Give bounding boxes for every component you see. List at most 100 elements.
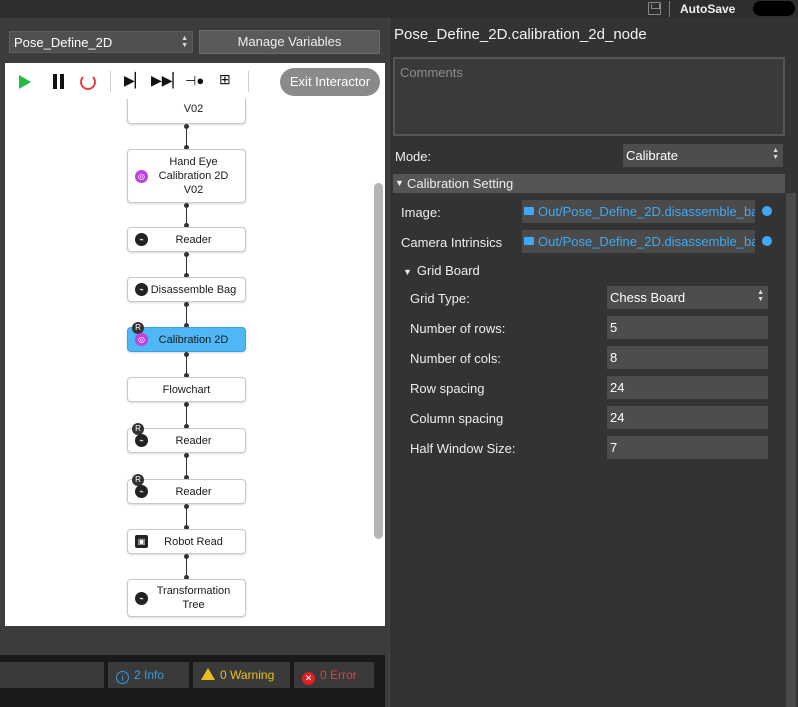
save-icon[interactable] [648, 2, 661, 15]
grid-type-label: Grid Type: [410, 291, 470, 306]
pause-icon[interactable] [52, 73, 70, 91]
fast-forward-icon[interactable]: ▶▶▏ [151, 72, 183, 90]
error-icon: ✕ [302, 672, 315, 685]
reader-icon: ⌁ [135, 592, 148, 605]
flow-toolbar: ▶▏ ▶▶▏ ⊣● ⊞ Exit Interactor [5, 63, 385, 99]
mode-value: Calibrate [626, 148, 679, 163]
connector [184, 554, 189, 580]
grid-board-header[interactable]: ▼ Grid Board [403, 263, 480, 278]
flow-node[interactable]: ⌁ Disassemble Bag [127, 277, 246, 302]
breakpoint-icon[interactable]: ⊣● [185, 73, 204, 91]
intrinsics-label: Camera Intrinsics [401, 235, 503, 250]
camera-icon [524, 237, 534, 245]
connector [184, 203, 189, 228]
intrinsics-input[interactable]: Out/Pose_Define_2D.disassemble_bag [522, 230, 755, 253]
connector [184, 352, 189, 378]
image-input[interactable]: Out/Pose_Define_2D.disassemble_bag [522, 200, 755, 223]
connector [184, 402, 189, 429]
exit-interactor-button[interactable]: Exit Interactor [280, 68, 380, 96]
rows-input[interactable]: 5 [607, 316, 768, 339]
connector [184, 252, 189, 278]
step-icon[interactable]: ▶▏ [124, 72, 146, 90]
flow-select-value: Pose_Define_2D [14, 35, 113, 50]
node-label: Robot Read [164, 535, 223, 548]
grid-type-value: Chess Board [610, 290, 686, 305]
warning-filter-button[interactable]: 0 Warning [193, 662, 290, 688]
section-title: Calibration Setting [407, 176, 514, 191]
connector [184, 124, 189, 150]
flow-select[interactable]: Pose_Define_2D ▲ ▼ [9, 31, 193, 53]
image-value: Out/Pose_Define_2D.disassemble_bag [538, 204, 755, 219]
toolbar-divider [248, 71, 249, 92]
reader-icon: ⌁ [135, 283, 148, 296]
mode-label: Mode: [395, 149, 432, 164]
image-label: Image: [401, 205, 441, 220]
cols-input[interactable]: 8 [607, 346, 768, 369]
collapse-icon: ▼ [403, 267, 412, 277]
select-arrows-icon: ▲ ▼ [757, 289, 764, 303]
connector [184, 453, 189, 480]
info-filter-button[interactable]: i 2 Info [108, 662, 189, 688]
flow-scrollbar-thumb[interactable] [374, 183, 383, 539]
rows-label: Number of rows: [410, 321, 506, 336]
node-label: Flowchart [162, 383, 211, 396]
flow-node[interactable]: ◎ Hand Eye Calibration 2D V02 [127, 149, 246, 203]
flow-node[interactable]: ⌁ Reader [127, 227, 246, 252]
collapse-icon: ▼ [395, 178, 404, 188]
comments-field[interactable]: Comments [393, 57, 785, 136]
half-window-label: Half Window Size: [410, 441, 516, 456]
toolbar-divider [110, 71, 111, 92]
calibration-setting-header[interactable]: ▼ Calibration Setting [393, 174, 785, 193]
connector [184, 302, 189, 328]
flow-node[interactable]: R ⌁ Reader [127, 474, 246, 504]
node-label: Reader [175, 485, 212, 498]
mode-select[interactable]: Calibrate ▲ ▼ [623, 144, 783, 167]
restart-icon[interactable] [80, 74, 96, 90]
node-label: Calibration 2D [158, 333, 229, 346]
calibration-icon: ◎ [135, 170, 148, 183]
link-dot-icon[interactable] [762, 206, 772, 216]
flow-node[interactable]: R ⌁ Reader [127, 423, 246, 453]
grid-type-select[interactable]: Chess Board ▲ ▼ [607, 286, 768, 309]
play-icon[interactable] [19, 75, 31, 89]
node-label: Transformation Tree [156, 585, 231, 611]
calibration-icon: ◎ [135, 333, 148, 346]
manage-variables-button[interactable]: Manage Variables [199, 30, 380, 54]
info-count: 2 Info [134, 668, 165, 682]
node-label: Reader [175, 434, 212, 447]
warning-icon [201, 668, 215, 680]
robot-icon: ▣ [135, 535, 148, 548]
column-spacing-label: Column spacing [410, 411, 504, 426]
autosave-label: AutoSave [680, 2, 736, 16]
error-filter-button[interactable]: ✕ 0 Error [294, 662, 374, 688]
column-spacing-input[interactable]: 24 [607, 406, 768, 429]
flow-node[interactable]: ⌁ Transformation Tree [127, 579, 246, 617]
link-dot-icon[interactable] [762, 236, 772, 246]
node-label: Reader [175, 233, 212, 246]
reader-icon: ⌁ [135, 434, 148, 447]
row-spacing-input[interactable]: 24 [607, 376, 768, 399]
flow-node-selected[interactable]: R ◎ Calibration 2D [127, 322, 246, 352]
flow-area: ◎ Calibration 2D V02 ◎ Hand Eye Calibrat… [5, 84, 371, 626]
connector [184, 504, 189, 530]
cols-label: Number of cols: [410, 351, 502, 366]
reader-icon: ⌁ [135, 233, 148, 246]
warning-count: 0 Warning [220, 668, 275, 682]
camera-icon [524, 207, 534, 215]
flow-node[interactable]: Flowchart [127, 377, 246, 402]
select-arrows-icon: ▲ ▼ [772, 147, 779, 161]
status-empty [0, 662, 104, 688]
top-bar [0, 0, 798, 18]
select-arrows-icon: ▲ ▼ [181, 35, 188, 49]
debug-icon[interactable]: ⊞ [219, 71, 237, 89]
error-count: 0 Error [320, 668, 357, 682]
node-label: Hand Eye Calibration 2D V02 [158, 156, 229, 196]
info-icon: i [116, 671, 129, 684]
autosave-toggle[interactable] [753, 1, 795, 16]
node-label: Disassemble Bag [150, 283, 237, 296]
row-spacing-label: Row spacing [410, 381, 485, 396]
flowchart-canvas[interactable]: ▶▏ ▶▶▏ ⊣● ⊞ Exit Interactor ◎ Calibratio… [5, 63, 385, 626]
properties-scrollbar[interactable] [786, 193, 796, 707]
half-window-input[interactable]: 7 [607, 436, 768, 459]
flow-node[interactable]: ▣ Robot Read [127, 529, 246, 554]
